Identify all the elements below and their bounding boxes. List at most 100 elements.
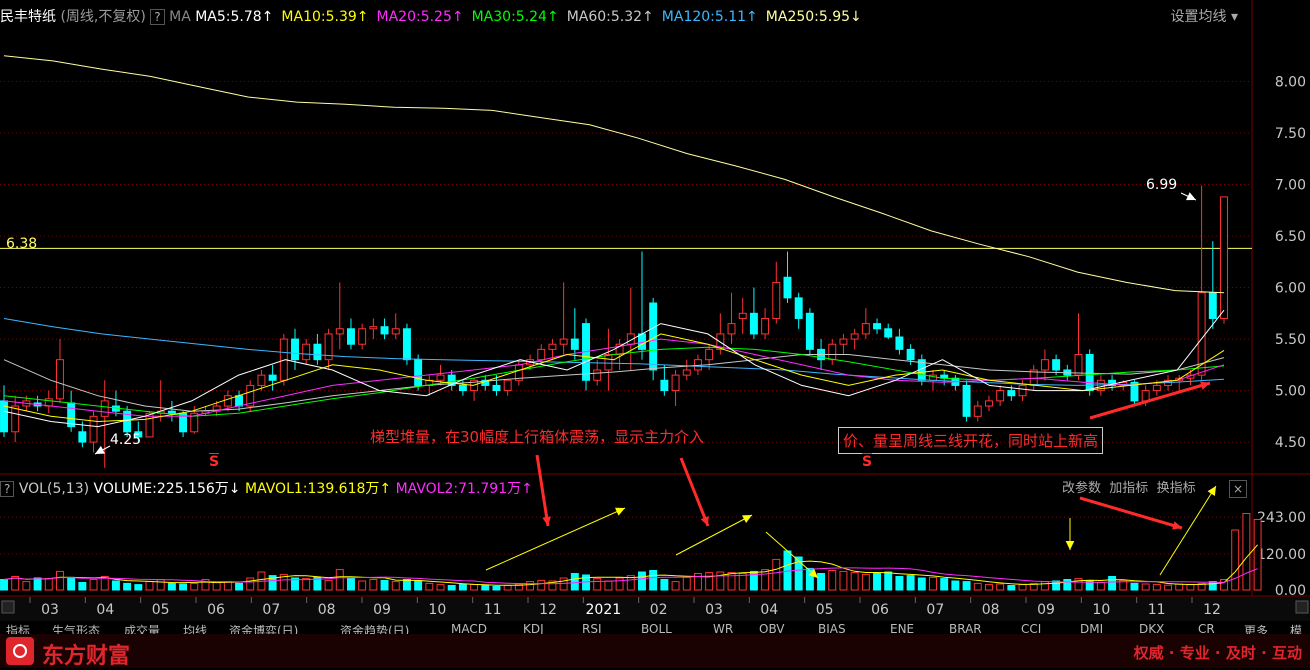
ma-item: MA20:5.25↑ (376, 9, 464, 25)
volume-bar (458, 583, 467, 591)
x-tick-label: 08 (982, 602, 1000, 618)
indicator-tab-bar: 指标 生气形态 成交量 均线 资金博弈(日) 资金趋势(日) MACD KDJ RSI BOLL W… (0, 622, 1310, 634)
candle-body (268, 374, 277, 381)
x-tick-label: 08 (318, 602, 336, 618)
indicator-tab[interactable]: 成交量 (124, 622, 160, 634)
indicator-tab[interactable]: 指标 (6, 622, 30, 634)
price-tick-label: 4.50 (1275, 435, 1306, 451)
annotation-breakout: 价、量呈周线三线开花，同时站上新高 (838, 427, 1104, 454)
indicator-tab[interactable]: 生气形态 (52, 622, 100, 634)
volume-bar (425, 582, 434, 591)
volume-bar (55, 570, 64, 591)
candle-body (660, 379, 669, 392)
candle-body (906, 348, 915, 361)
volume-bar (996, 583, 1005, 591)
candle-body (761, 317, 770, 335)
indicator-tab[interactable]: BIAS (818, 622, 846, 634)
candle-body (358, 328, 367, 345)
volume-bar (1152, 584, 1161, 591)
indicator-tab[interactable]: WR (713, 622, 733, 634)
candle-body (861, 323, 870, 335)
help-button[interactable]: ? (150, 9, 165, 25)
period-label: (周线,不复权) (60, 9, 146, 25)
switch-indicator-button[interactable]: 换指标 (1157, 481, 1196, 496)
add-indicator-button[interactable]: 加指标 (1109, 481, 1148, 496)
candle-body (548, 343, 557, 350)
ma-item: MA250:5.95↓ (765, 9, 862, 25)
candle-body (1152, 384, 1161, 392)
x-tick-label: 11 (1148, 602, 1166, 618)
volume-bar (1253, 519, 1262, 591)
indicator-tab[interactable]: KDJ (523, 622, 544, 634)
indicator-tab[interactable]: DMI (1080, 622, 1103, 634)
volume-bar (951, 580, 960, 591)
candle-body (313, 343, 322, 361)
indicator-tab[interactable]: 模板 (1290, 622, 1310, 634)
indicator-tab[interactable]: 更多 (1244, 622, 1268, 634)
x-tick-label: 09 (373, 602, 391, 618)
indicator-tab[interactable]: 资金趋势(日) (340, 622, 409, 634)
volume-bar (156, 579, 165, 591)
volume-bar (436, 584, 445, 591)
indicator-tab[interactable]: BRAR (949, 622, 982, 634)
candle-body (369, 326, 378, 330)
indicator-tab[interactable]: 均线 (183, 622, 207, 634)
candle-body (895, 336, 904, 350)
price-tick-label: 8.00 (1275, 75, 1306, 91)
candle-body (1141, 390, 1150, 402)
volume-bar (1108, 576, 1117, 591)
indicator-tab[interactable]: DKX (1139, 622, 1164, 634)
settings-button[interactable]: 设置均线 ▾ (1171, 6, 1238, 28)
candle-body (1052, 359, 1061, 371)
brand-name: 东方财富 (42, 644, 131, 669)
candle-body (727, 323, 736, 335)
x-tick-label: 07 (926, 602, 944, 618)
indicator-tab[interactable]: BOLL (641, 622, 672, 634)
indicator-tab[interactable]: CCI (1021, 622, 1041, 634)
ma-values: MA5:5.78↑ MA10:5.39↑ MA20:5.25↑ MA30:5.24↑ M… (195, 9, 870, 25)
indicator-tab[interactable]: MACD (451, 622, 487, 634)
volume-bar (1018, 584, 1027, 591)
candle-body (738, 312, 747, 319)
mavol1-value: MAVOL1:139.618万↑ (244, 481, 392, 497)
kline-chart[interactable]: 4.50 5.00 5.50 6.00 6.50 7.00 7.50 8.00 0.00 120.… (0, 0, 1310, 668)
volume-bar (861, 573, 870, 591)
volume-bar (89, 579, 98, 591)
candle-body (996, 390, 1005, 402)
indicator-tab[interactable]: OBV (759, 622, 785, 634)
volume-bar (817, 573, 826, 591)
close-icon[interactable]: × (1229, 480, 1248, 498)
ma-line (3, 318, 1225, 386)
volume-bar (873, 573, 881, 591)
candle-body (828, 343, 837, 361)
indicator-tab[interactable]: RSI (582, 622, 602, 634)
indicator-tab[interactable]: CR (1198, 622, 1215, 634)
volume-bar (929, 576, 937, 591)
annotation-ladder-volume: 梯型堆量，在30幅度上行箱体震荡，显示主力介入 (370, 428, 705, 446)
volume-bar (179, 583, 188, 591)
x-tick-label: 05 (152, 602, 170, 618)
volume-bar (380, 579, 389, 591)
volume-bar (145, 581, 154, 591)
volume-bar (839, 570, 848, 591)
candle-body (593, 369, 602, 381)
volume-bar (402, 579, 411, 591)
mavol2-value: MAVOL2:71.791万↑ (395, 481, 533, 497)
candle-body (604, 354, 613, 371)
yellow-arrow-head (1207, 486, 1216, 496)
volume-bar (1231, 529, 1240, 591)
x-tick-label: 04 (760, 602, 778, 618)
volume-bar (671, 581, 680, 591)
volume-help-button[interactable]: ? (0, 481, 15, 497)
volume-actions: 改参数 加指标 换指标 (1062, 478, 1196, 500)
indicator-tab[interactable]: 资金博弈(日) (229, 622, 298, 634)
candle-body (0, 400, 8, 433)
yellow-arrow (485, 507, 626, 571)
volume-tick-label: 0.00 (1275, 583, 1306, 599)
candle-body (235, 395, 244, 407)
indicator-tab[interactable]: ENE (890, 622, 914, 634)
red-arrow (535, 454, 550, 527)
change-params-button[interactable]: 改参数 (1062, 481, 1101, 496)
candle-body (873, 323, 881, 330)
x-tick-label: 05 (816, 602, 834, 618)
